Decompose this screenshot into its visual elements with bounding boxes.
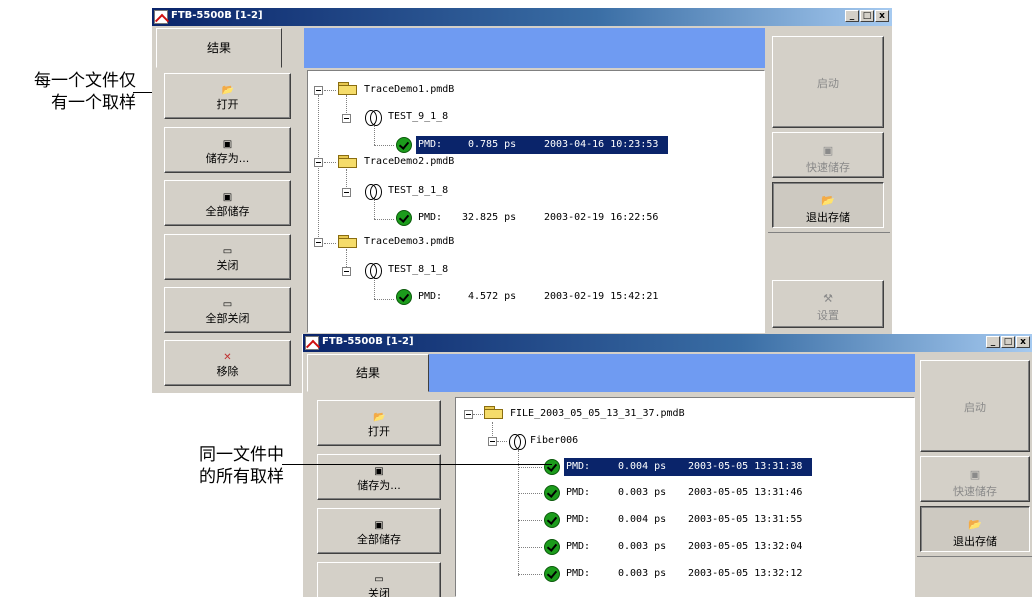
back-results-tree[interactable]: TraceDemo1.pmdB TEST_9_1_8 PMD: 0.785 ps… (307, 70, 765, 333)
start-button[interactable]: 启动 (772, 36, 884, 128)
front-results-tree[interactable]: FILE_2003_05_05_13_31_37.pmdB Fiber006 P… (455, 397, 915, 597)
folder-icon: ▭ (222, 246, 233, 257)
folder-icon (338, 235, 358, 249)
tab-results[interactable]: 结果 (156, 28, 282, 68)
remove-button[interactable]: ✕ 移除 (164, 340, 291, 386)
annotation-line-bottom (282, 464, 552, 465)
check-icon (544, 566, 560, 582)
open-button[interactable]: 📂 打开 (164, 73, 291, 119)
start-button[interactable]: 启动 (920, 360, 1030, 452)
exit-save-button[interactable]: 📂 退出存储 (772, 182, 884, 228)
tab-strip (282, 28, 765, 68)
back-window-title: FTB-5500B [1-2] (171, 10, 263, 21)
check-icon (396, 137, 412, 153)
collapse-toggle[interactable] (314, 158, 323, 167)
tree-sample[interactable]: PMD: 0.003 ps 2003-05-05 13:31:46 (564, 484, 812, 502)
maximize-button[interactable]: □ (860, 10, 874, 22)
open-button[interactable]: 📂 打开 (317, 400, 441, 446)
folder-icon (338, 155, 358, 169)
folder-open-icon: 📂 (968, 518, 982, 531)
tree-sample[interactable]: PMD: 0.004 ps 2003-05-05 13:31:55 (564, 511, 812, 529)
exit-save-button[interactable]: 📂 退出存储 (920, 506, 1030, 552)
close-button[interactable]: x (875, 10, 889, 22)
fiber-icon (364, 109, 382, 126)
front-window-title: FTB-5500B [1-2] (322, 336, 414, 347)
quick-save-button[interactable]: ▣ 快速储存 (920, 456, 1030, 502)
tree-file[interactable]: FILE_2003_05_05_13_31_37.pmdB (510, 405, 685, 423)
save-all-button[interactable]: ▣ 全部储存 (164, 180, 291, 226)
collapse-toggle[interactable] (464, 410, 473, 419)
check-icon (396, 210, 412, 226)
settings-button[interactable]: ⚒ 设置 (772, 280, 884, 328)
close-all-button[interactable]: ▭ 全部关闭 (164, 287, 291, 333)
folder-icon (338, 82, 358, 96)
check-icon (544, 539, 560, 555)
front-window: FTB-5500B [1-2] _ □ x 结果 📂 打开 ▣ 储存为... ▣ 全部… (302, 334, 1032, 597)
remove-icon: ✕ (223, 352, 232, 363)
collapse-toggle[interactable] (488, 437, 497, 446)
front-title-bar[interactable]: FTB-5500B [1-2] _ □ x (303, 334, 1032, 352)
folders-icon: ▭ (222, 299, 233, 310)
tree-sample[interactable]: PMD: 4.572 ps 2003-02-19 15:42:21 (416, 288, 668, 306)
check-icon (396, 289, 412, 305)
folder-open-icon: 📂 (373, 412, 386, 423)
tree-sample[interactable]: PMD: 32.825 ps 2003-02-19 16:22:56 (416, 209, 668, 227)
tree-fiber[interactable]: TEST_9_1_8 (388, 108, 448, 126)
tree-sample[interactable]: PMD: 0.003 ps 2003-05-05 13:32:12 (564, 565, 812, 583)
minimize-button[interactable]: _ (986, 336, 1000, 348)
minimize-button[interactable]: _ (845, 10, 859, 22)
disk-icon: ▣ (222, 139, 233, 150)
annotation-all-samples: 同一文件中 的所有取样 (199, 445, 284, 487)
close-file-button[interactable]: ▭ 关闭 (317, 562, 441, 597)
tree-file[interactable]: TraceDemo2.pmdB (364, 153, 454, 171)
tree-file[interactable]: TraceDemo3.pmdB (364, 233, 454, 251)
check-icon (544, 459, 560, 475)
fiber-icon (364, 262, 382, 279)
collapse-toggle[interactable] (342, 114, 351, 123)
maximize-button[interactable]: □ (1001, 336, 1015, 348)
tree-fiber[interactable]: Fiber006 (530, 432, 578, 450)
folder-open-icon: 📂 (821, 194, 835, 207)
close-button[interactable]: x (1016, 336, 1030, 348)
collapse-toggle[interactable] (342, 267, 351, 276)
close-file-button[interactable]: ▭ 关闭 (164, 234, 291, 280)
disk-icon: ▣ (969, 468, 981, 481)
wrench-icon: ⚒ (823, 292, 833, 305)
save-all-button[interactable]: ▣ 全部储存 (317, 508, 441, 554)
tree-fiber[interactable]: TEST_8_1_8 (388, 261, 448, 279)
tree-sample[interactable]: PMD: 0.003 ps 2003-05-05 13:32:04 (564, 538, 812, 556)
fiber-icon (364, 183, 382, 200)
tree-sample-selected[interactable]: PMD: 0.785 ps 2003-04-16 10:23:53 (415, 135, 669, 155)
disk-icon: ▣ (374, 466, 384, 477)
folder-icon: ▭ (374, 574, 384, 585)
disk-icon: ▣ (374, 520, 384, 531)
folder-icon (484, 406, 504, 420)
disk-icon: ▣ (222, 192, 233, 203)
annotation-single-sample: 每一个文件仅 有一个取样 (34, 71, 136, 113)
tree-fiber[interactable]: TEST_8_1_8 (388, 182, 448, 200)
collapse-toggle[interactable] (314, 238, 323, 247)
app-icon (154, 10, 168, 24)
disk-icon: ▣ (822, 144, 834, 157)
tree-file[interactable]: TraceDemo1.pmdB (364, 81, 454, 99)
tree-sample-selected[interactable]: PMD: 0.004 ps 2003-05-05 13:31:38 (563, 457, 813, 477)
folder-open-icon: 📂 (221, 85, 234, 96)
tab-results[interactable]: 结果 (307, 354, 429, 392)
check-icon (544, 485, 560, 501)
back-title-bar[interactable]: FTB-5500B [1-2] _ □ x (152, 8, 892, 26)
check-icon (544, 512, 560, 528)
app-icon (305, 336, 319, 350)
fiber-icon (508, 433, 526, 450)
collapse-toggle[interactable] (314, 86, 323, 95)
collapse-toggle[interactable] (342, 188, 351, 197)
save-as-button[interactable]: ▣ 储存为... (164, 127, 291, 173)
save-as-button[interactable]: ▣ 储存为... (317, 454, 441, 500)
tab-strip (429, 354, 917, 392)
quick-save-button[interactable]: ▣ 快速储存 (772, 132, 884, 178)
